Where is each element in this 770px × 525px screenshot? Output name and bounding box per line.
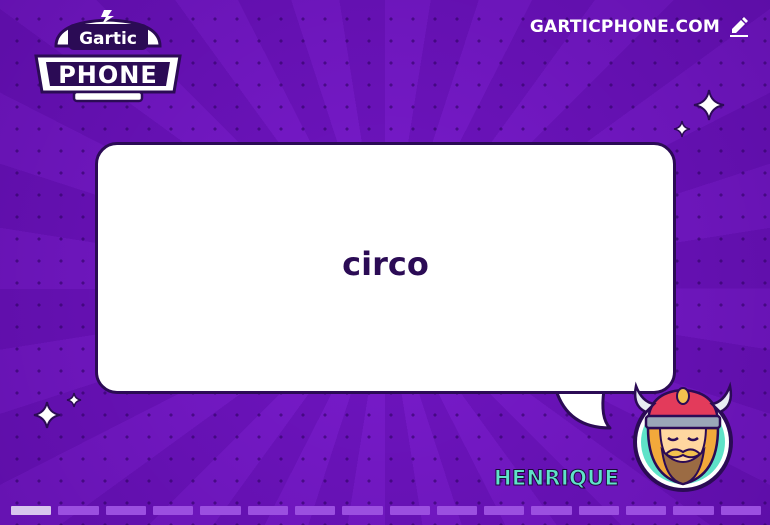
progress-segment <box>484 506 525 515</box>
progress-segment <box>389 506 430 515</box>
progress-segment <box>626 506 667 515</box>
progress-segment <box>200 506 241 515</box>
pencil-icon <box>730 17 748 37</box>
progress-segment <box>578 506 620 515</box>
progress-segment <box>720 506 761 515</box>
gartic-phone-logo: Gartic PHONE <box>34 10 182 103</box>
logo-main-word: PHONE <box>58 61 158 89</box>
progress-segment <box>58 506 99 515</box>
viking-avatar-icon <box>633 381 733 492</box>
speech-bubble-tail <box>552 388 612 430</box>
logo-top-word: Gartic <box>79 29 137 49</box>
sparkle-icon <box>693 89 725 121</box>
sparkle-icon <box>33 401 61 429</box>
progress-segment <box>294 506 336 515</box>
prompt-text: circo <box>342 245 429 283</box>
progress-segment <box>11 506 52 515</box>
sparkle-icon <box>66 392 82 408</box>
site-label: GARTICPHONE.COM <box>529 17 720 37</box>
site-link[interactable]: GARTICPHONE.COM <box>530 16 750 38</box>
progress-segment <box>105 506 146 515</box>
progress-segment <box>531 506 572 515</box>
progress-segment <box>673 506 714 515</box>
prompt-card: circo <box>95 142 676 394</box>
progress-segment <box>436 506 478 515</box>
progress-segment <box>247 506 288 515</box>
sparkle-icon <box>673 120 691 138</box>
player-name: HENRIQUE <box>493 466 620 491</box>
round-progress-bar <box>11 506 761 515</box>
progress-segment <box>342 506 383 515</box>
progress-segment <box>152 506 194 515</box>
